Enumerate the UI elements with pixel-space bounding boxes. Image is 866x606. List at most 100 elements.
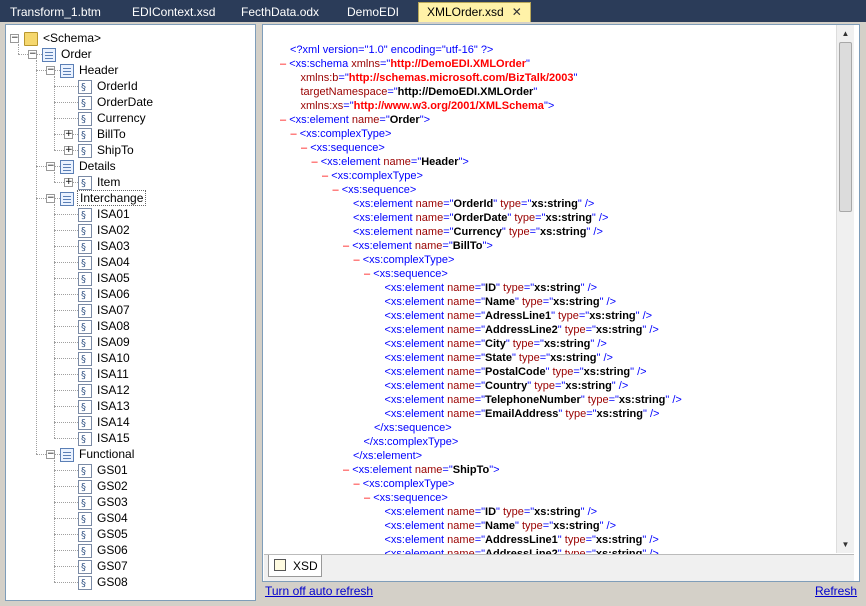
expand-icon[interactable]: + [64, 146, 73, 155]
tree-node-label: <Schema> [43, 31, 102, 45]
field-element-icon [78, 399, 92, 416]
collapse-icon[interactable]: − [46, 194, 55, 203]
tree-field-gs01[interactable]: GS01 [78, 462, 130, 480]
collapse-icon[interactable]: − [46, 162, 55, 171]
tree-node-header[interactable]: Header [60, 62, 120, 78]
collapse-node-icon[interactable]: – [312, 156, 321, 168]
tree-field-shipto[interactable]: ShipTo [78, 142, 136, 160]
xml-markup: " [501, 226, 509, 238]
collapse-node-icon[interactable]: – [333, 184, 342, 196]
xml-content[interactable]: <?xml version="1.0" encoding="utf-16" ?>… [264, 26, 834, 554]
tree-field-orderdate[interactable]: OrderDate [78, 94, 155, 112]
tree-field-isa09[interactable]: ISA09 [78, 334, 132, 352]
xml-line: – <xs:complexType> [354, 253, 455, 267]
tree-field-isa08[interactable]: ISA08 [78, 318, 132, 336]
tree-field-isa13[interactable]: ISA13 [78, 398, 132, 416]
xml-markup: " /> [642, 324, 659, 336]
tree-node-label: ISA01 [97, 207, 130, 221]
xml-attribute-name: name [447, 310, 475, 322]
collapse-node-icon[interactable]: – [364, 492, 373, 504]
expand-icon[interactable]: + [64, 130, 73, 139]
collapse-node-icon[interactable]: – [354, 478, 363, 490]
tree-node-schema[interactable]: <Schema> [24, 30, 103, 46]
tab-demoedi[interactable]: DemoEDI [339, 3, 407, 22]
xml-attribute-value: xs:string [543, 338, 591, 350]
xml-markup: =" [523, 506, 535, 518]
tree-field-gs03[interactable]: GS03 [78, 494, 130, 512]
scroll-thumb[interactable] [839, 42, 852, 212]
tree-field-gs06[interactable]: GS06 [78, 542, 130, 560]
collapse-node-icon[interactable]: – [280, 114, 289, 126]
tab-fecthdata-odx[interactable]: FecthData.odx [233, 3, 327, 22]
collapse-node-icon[interactable]: – [354, 254, 363, 266]
collapse-node-icon[interactable]: – [343, 464, 352, 476]
tab-xsd[interactable]: XSD [268, 555, 322, 577]
collapse-icon[interactable]: − [10, 34, 19, 43]
close-icon[interactable]: ✕ [512, 3, 522, 22]
tree-field-isa02[interactable]: ISA02 [78, 222, 132, 240]
xml-line: <xs:element name="City" type="xs:string"… [385, 337, 607, 351]
tab-xmlorder-xsd[interactable]: XMLOrder.xsd ✕ [418, 2, 531, 22]
tab-edicontext-xsd[interactable]: EDIContext.xsd [124, 3, 223, 22]
tree-field-isa06[interactable]: ISA06 [78, 286, 132, 304]
tree-node-functional[interactable]: Functional [60, 446, 136, 462]
tree-node-label: Functional [79, 447, 135, 461]
tree-field-isa07[interactable]: ISA07 [78, 302, 132, 320]
record-icon [60, 447, 74, 462]
tree-field-gs04[interactable]: GS04 [78, 510, 130, 528]
xml-attribute-value: AddressLine1 [485, 534, 558, 546]
tree-node-label: GS08 [97, 575, 128, 589]
collapse-node-icon[interactable]: – [301, 142, 310, 154]
tree-field-gs08[interactable]: GS08 [78, 574, 130, 592]
schema-tree[interactable]: −<Schema>−Order−HeaderOrderIdOrderDateCu… [5, 24, 256, 601]
tree-field-gs05[interactable]: GS05 [78, 526, 130, 544]
vertical-scrollbar[interactable]: ▲ ▼ [836, 25, 854, 553]
tree-field-isa10[interactable]: ISA10 [78, 350, 132, 368]
tree-connector [54, 438, 78, 439]
tree-field-isa04[interactable]: ISA04 [78, 254, 132, 272]
collapse-node-icon[interactable]: – [280, 58, 289, 70]
expand-icon[interactable]: + [64, 178, 73, 187]
tree-node-label: ISA12 [97, 383, 130, 397]
xml-markup: <xs:element [352, 464, 415, 476]
tree-field-isa14[interactable]: ISA14 [78, 414, 132, 432]
tree-node-order[interactable]: Order [42, 46, 94, 62]
scroll-down-icon[interactable]: ▼ [837, 536, 854, 553]
tree-field-currency[interactable]: Currency [78, 110, 148, 128]
collapse-node-icon[interactable]: – [364, 268, 373, 280]
xml-markup: "> [419, 114, 431, 126]
tree-node-details[interactable]: Details [60, 158, 118, 174]
tree-node-label: GS03 [97, 495, 128, 509]
collapse-node-icon[interactable]: – [322, 170, 331, 182]
turn-off-auto-refresh-link[interactable]: Turn off auto refresh [265, 584, 373, 598]
tree-node-interchange[interactable]: Interchange [60, 190, 147, 206]
xml-attribute-value: AdressLine1 [485, 310, 552, 322]
scroll-up-icon[interactable]: ▲ [837, 25, 854, 42]
field-element-icon [78, 527, 92, 544]
tab-transform-btm[interactable]: Transform_1.btm [2, 3, 109, 22]
tree-field-isa11[interactable]: ISA11 [78, 366, 131, 384]
xml-markup: <xs:element [384, 352, 448, 364]
xml-markup: <xs:element [384, 394, 448, 406]
collapse-icon[interactable]: − [28, 50, 37, 59]
xml-line: <xs:element name="OrderDate" type="xs:st… [353, 211, 608, 225]
tree-field-isa03[interactable]: ISA03 [78, 238, 132, 256]
xml-markup: <xs:element [384, 506, 448, 518]
tree-field-billto[interactable]: BillTo [78, 126, 128, 144]
xml-markup: =" [573, 366, 584, 378]
collapse-icon[interactable]: − [46, 66, 55, 75]
tree-field-isa01[interactable]: ISA01 [78, 206, 132, 224]
view-tabs: XSD [264, 554, 854, 581]
refresh-link[interactable]: Refresh [815, 584, 857, 598]
field-element-icon [78, 143, 92, 160]
collapse-node-icon[interactable]: – [343, 240, 352, 252]
tree-field-isa12[interactable]: ISA12 [78, 382, 132, 400]
collapse-icon[interactable]: − [46, 450, 55, 459]
tree-field-isa05[interactable]: ISA05 [78, 270, 132, 288]
tree-field-gs02[interactable]: GS02 [78, 478, 130, 496]
tree-field-item[interactable]: Item [78, 174, 122, 192]
collapse-node-icon[interactable]: – [291, 128, 300, 140]
tree-field-gs07[interactable]: GS07 [78, 558, 130, 576]
tree-field-orderid[interactable]: OrderId [78, 78, 140, 96]
tree-field-isa15[interactable]: ISA15 [78, 430, 132, 448]
